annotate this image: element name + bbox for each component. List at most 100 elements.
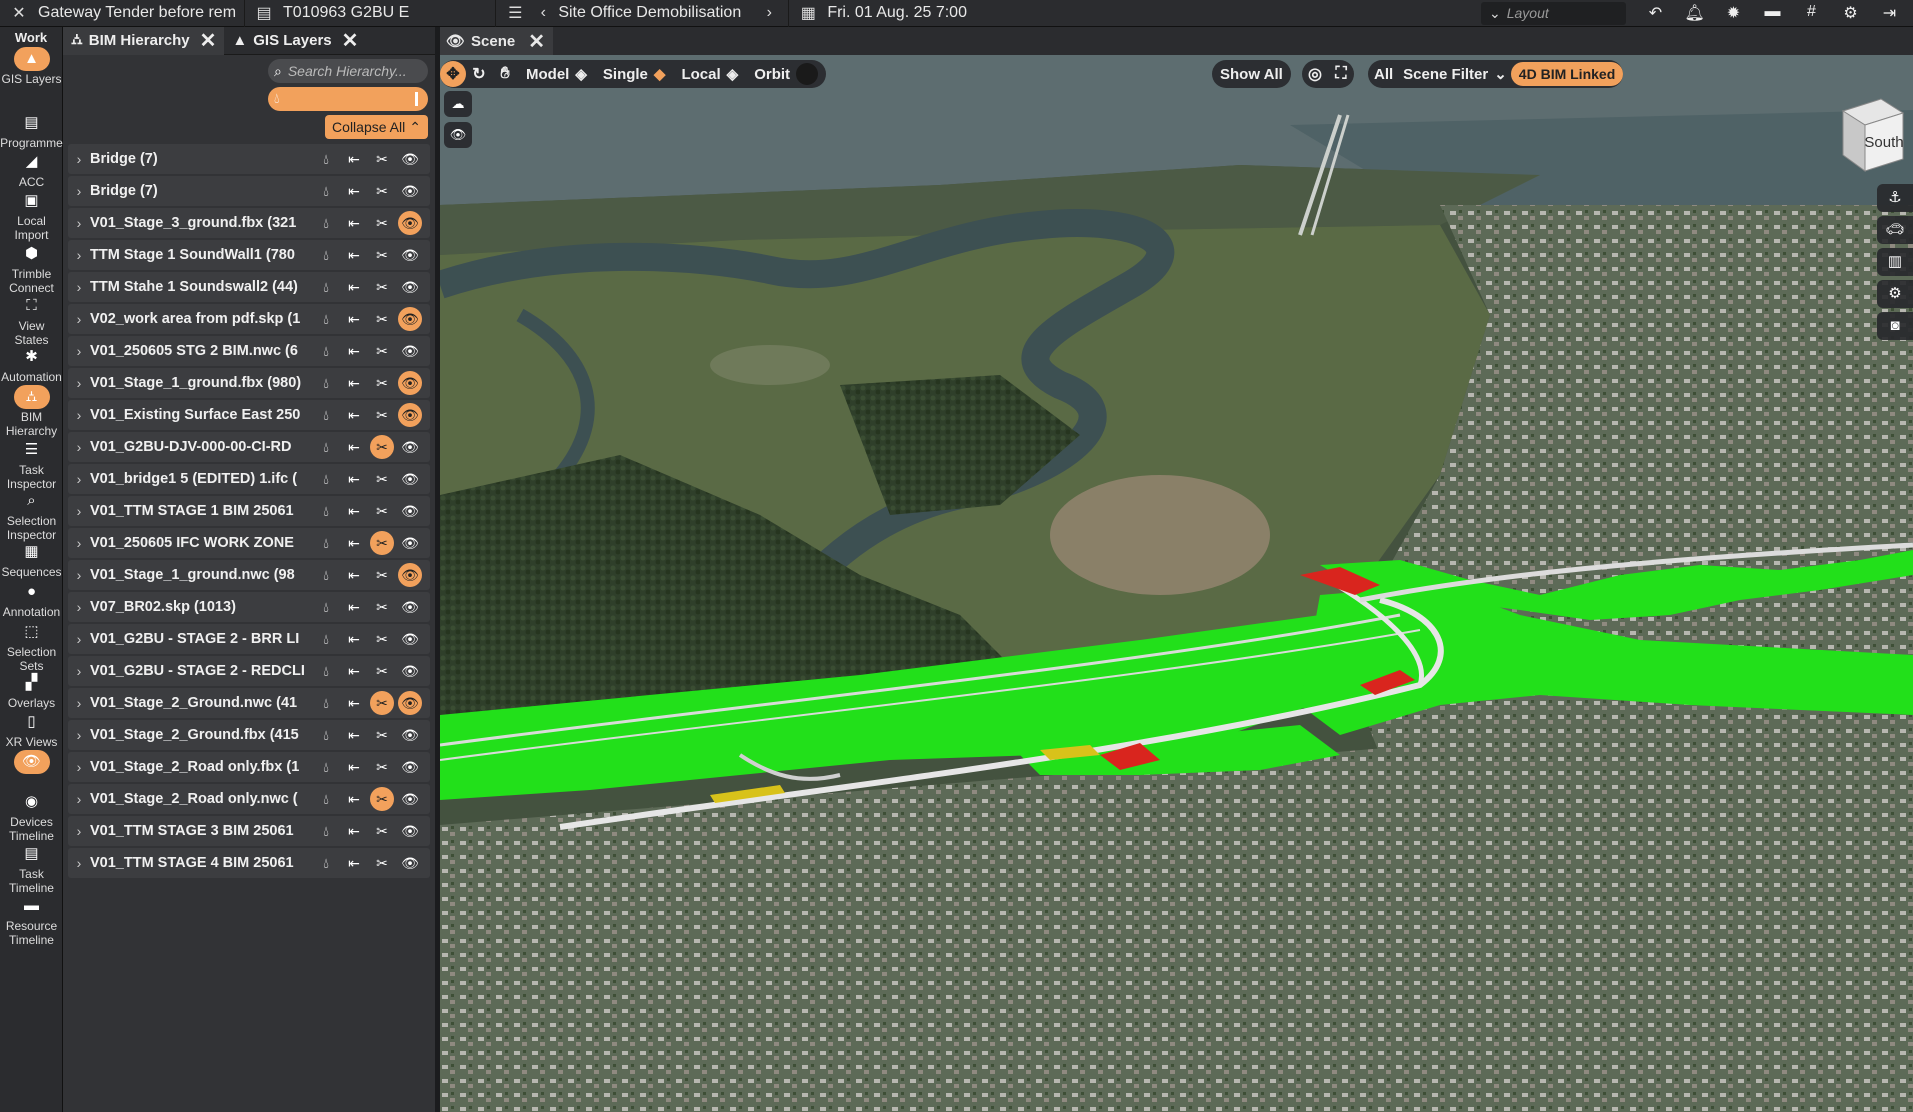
eye-icon[interactable]: 👁︎ [398, 851, 422, 875]
chevron-right-icon[interactable]: › [68, 311, 90, 327]
list-indent-icon[interactable]: ⇤ [342, 723, 366, 747]
orbit-button[interactable]: Orbit [746, 60, 826, 88]
chevron-right-icon[interactable]: › [68, 247, 90, 263]
list-indent-icon[interactable]: ⇤ [342, 499, 366, 523]
layer-row[interactable]: › V01_Stage_2_Road only.fbx (1 💧︎ ⇤ ✂ 👁︎ [68, 752, 430, 782]
clip-icon[interactable]: ✂ [370, 179, 394, 203]
list-indent-icon[interactable]: ⇤ [342, 787, 366, 811]
chevron-right-icon[interactable]: › [68, 759, 90, 775]
layer-row[interactable]: › V01_Stage_2_Road only.nwc (💧︎ ⇤ ✂ 👁︎ [68, 784, 430, 814]
drop-icon[interactable]: 💧︎ [314, 499, 338, 523]
sidebar-item-trimble-connect[interactable]: ⬢ Trimble Connect [0, 242, 63, 295]
eye-icon[interactable]: 👁︎ [398, 563, 422, 587]
chevron-right-icon[interactable]: › [68, 439, 90, 455]
single-button[interactable]: Single ◆ [595, 60, 674, 88]
clip-icon[interactable]: ✂ [370, 819, 394, 843]
date-selector[interactable]: ▦ Fri. 01 Aug. 25 7:00 [789, 0, 975, 27]
chevron-right-icon[interactable]: › [68, 503, 90, 519]
layer-row[interactable]: › TTM Stage 1 SoundWall1 (780 💧︎ ⇤ ✂ 👁︎ [68, 240, 430, 270]
search-input[interactable]: ⌕ Search Hierarchy... [268, 59, 428, 83]
list-indent-icon[interactable]: ⇤ [342, 339, 366, 363]
chevron-right-icon[interactable]: › [68, 567, 90, 583]
chevron-right-icon[interactable]: › [68, 823, 90, 839]
eye-icon[interactable]: 👁︎ [398, 723, 422, 747]
drop-icon[interactable]: 💧︎ [314, 531, 338, 555]
clip-icon[interactable]: ✂ [370, 755, 394, 779]
drop-icon[interactable]: 💧︎ [314, 211, 338, 235]
gear-icon[interactable]: ⚙ [1877, 280, 1913, 308]
sidebar-item-selection-sets[interactable]: ⬚ Selection Sets [0, 620, 63, 673]
eye-icon[interactable]: 👁︎ [398, 147, 422, 171]
layer-row[interactable]: › V01_250605 STG 2 BIM.nwc (6 💧︎ ⇤ ✂ 👁︎ [68, 336, 430, 366]
list-indent-icon[interactable]: ⇤ [342, 275, 366, 299]
eye-icon[interactable]: 👁︎ [398, 755, 422, 779]
drop-icon[interactable]: 💧︎ [314, 787, 338, 811]
vr-headset-icon[interactable]: ◙ [1877, 312, 1913, 340]
clip-icon[interactable]: ✂ [370, 787, 394, 811]
chevron-left-icon[interactable]: ‹ [532, 4, 554, 22]
drop-icon[interactable]: 💧︎ [314, 723, 338, 747]
clip-icon[interactable]: ✂ [370, 435, 394, 459]
layer-row[interactable]: › V01_250605 IFC WORK ZONE 💧︎ ⇤ ✂ 👁︎ [68, 528, 430, 558]
list-indent-icon[interactable]: ⇤ [342, 627, 366, 651]
layer-row[interactable]: › V01_TTM STAGE 1 BIM 25061 💧︎ ⇤ ✂ 👁︎ [68, 496, 430, 526]
drop-icon[interactable]: 💧︎ [314, 371, 338, 395]
drop-icon[interactable]: 💧︎ [314, 243, 338, 267]
scene-filter-dropdown[interactable]: Scene Filter ⌄ [1399, 60, 1511, 88]
list-indent-icon[interactable]: ⇤ [342, 147, 366, 171]
chevron-right-icon[interactable]: › [68, 535, 90, 551]
clip-icon[interactable]: ✂ [370, 499, 394, 523]
opacity-slider[interactable]: 💧︎ [268, 87, 428, 111]
eye-icon[interactable]: 👁︎ [398, 467, 422, 491]
split-view-icon[interactable]: ▥ [1877, 248, 1913, 276]
chevron-right-icon[interactable]: › [68, 151, 90, 167]
close-icon[interactable]: ✕ [528, 29, 545, 54]
chevron-right-icon[interactable]: › [68, 631, 90, 647]
drop-icon[interactable]: 💧︎ [314, 147, 338, 171]
clip-icon[interactable]: ✂ [370, 723, 394, 747]
scene-viewport[interactable]: 👁︎ Scene ✕ ✥ ↻ ✋︎ Model ◈ Single ◆ Local… [440, 27, 1913, 1112]
slider-handle[interactable] [415, 92, 418, 106]
drop-icon[interactable]: 💧︎ [314, 851, 338, 875]
clip-icon[interactable]: ✂ [370, 467, 394, 491]
eye-icon[interactable]: 👁︎ [398, 531, 422, 555]
chevron-right-icon[interactable]: › [68, 727, 90, 743]
clip-icon[interactable]: ✂ [370, 147, 394, 171]
layout-dropdown[interactable]: ⌄ Layout [1481, 1, 1626, 25]
tab-scene[interactable]: 👁︎ Scene ✕ [440, 27, 553, 55]
close-icon[interactable]: ✕ [200, 28, 217, 53]
list-indent-icon[interactable]: ⇤ [342, 819, 366, 843]
drop-icon[interactable]: 💧︎ [314, 819, 338, 843]
sidebar-item-selection-inspector[interactable]: ⌕ Selection Inspector [0, 489, 63, 542]
eye-icon[interactable]: 👁︎ [398, 371, 422, 395]
list-indent-icon[interactable]: ⇤ [342, 243, 366, 267]
bell-icon[interactable]: 🔔︎ [1675, 3, 1714, 23]
eye-icon[interactable]: 👁︎ [398, 787, 422, 811]
layer-row[interactable]: › Bridge (7) 💧︎ ⇤ ✂ 👁︎ [68, 144, 430, 174]
fit-view-icon[interactable]: ⛶ [1328, 61, 1354, 87]
eye-icon[interactable]: 👁︎ [398, 307, 422, 331]
eye-icon[interactable]: 👁︎ [398, 339, 422, 363]
schedule-selector[interactable]: ☰ ‹ Site Office Demobilisation › [496, 0, 788, 27]
file-selector[interactable]: ▤ T010963 G2BU E [245, 0, 417, 27]
clip-icon[interactable]: ✂ [370, 595, 394, 619]
chevron-right-icon[interactable]: › [68, 183, 90, 199]
list-indent-icon[interactable]: ⇤ [342, 307, 366, 331]
chevron-right-icon[interactable]: › [68, 471, 90, 487]
layer-row[interactable]: › V01_TTM STAGE 3 BIM 25061 💧︎ ⇤ ✂ 👁︎ [68, 816, 430, 846]
clip-icon[interactable]: ✂ [370, 403, 394, 427]
clip-icon[interactable]: ✂ [370, 243, 394, 267]
bim-linked-button[interactable]: 4D BIM Linked [1510, 62, 1624, 86]
layer-row[interactable]: › Bridge (7) 💧︎ ⇤ ✂ 👁︎ [68, 176, 430, 206]
drop-icon[interactable]: 💧︎ [314, 627, 338, 651]
list-indent-icon[interactable]: ⇤ [342, 371, 366, 395]
eye-icon[interactable]: 👁︎ [398, 691, 422, 715]
chevron-right-icon[interactable]: › [68, 343, 90, 359]
eye-icon[interactable]: 👁︎ [398, 243, 422, 267]
sidebar-item-xr-views[interactable]: ▯ XR Views [0, 710, 63, 749]
clip-icon[interactable]: ✂ [370, 211, 394, 235]
clip-icon[interactable]: ✂ [370, 563, 394, 587]
layer-row[interactable]: › V01_Stage_2_Ground.nwc (41 💧︎ ⇤ ✂ 👁︎ [68, 688, 430, 718]
logout-icon[interactable]: ⇥ [1870, 3, 1909, 23]
car-icon[interactable]: 🚗︎ [1877, 216, 1913, 244]
